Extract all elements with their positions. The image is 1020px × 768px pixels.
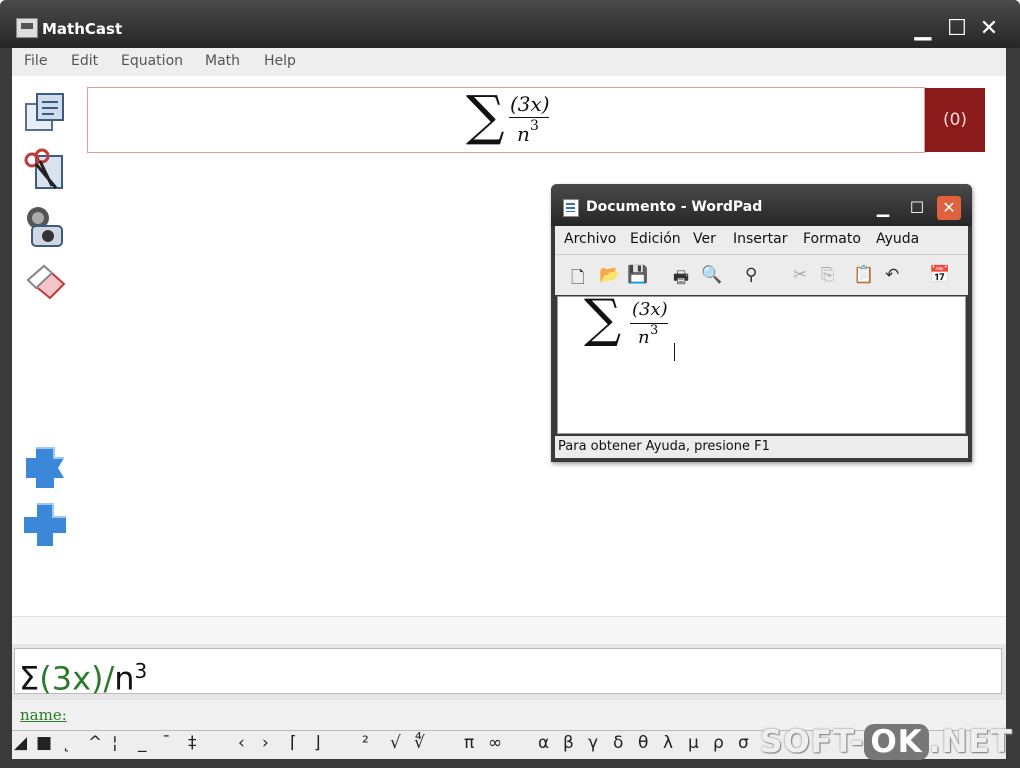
symbol-6[interactable]: ¯ <box>162 733 171 753</box>
wordpad-menu-insertar[interactable]: Insertar <box>733 231 788 247</box>
wordpad-menu-bar: Archivo Edición Ver Insertar Formato Ayu… <box>555 226 968 254</box>
symbol-21[interactable]: θ <box>638 733 648 753</box>
maximize-button[interactable]: ☐ <box>944 18 970 42</box>
minimize-button[interactable]: ▁ <box>910 18 936 42</box>
separator-band <box>12 616 1006 645</box>
menu-edit[interactable]: Edit <box>71 53 98 69</box>
wordpad-sum-symbol: ∑ <box>584 289 622 349</box>
equation-input[interactable]: Σ(3x)/n3 <box>14 648 1002 698</box>
denominator: n <box>517 122 530 146</box>
symbol-25[interactable]: σ <box>738 733 749 753</box>
title-bar[interactable]: MathCast ▁ ☐ ✕ <box>0 0 1020 48</box>
symbol-4[interactable]: ¦ <box>112 733 118 753</box>
app-title: MathCast <box>42 20 123 38</box>
symbol-23[interactable]: μ <box>688 733 699 753</box>
speaker-icon[interactable] <box>22 204 68 250</box>
symbol-7[interactable]: ‡ <box>188 733 197 753</box>
wordpad-icon <box>563 199 579 217</box>
watermark: SOFT- OK .NET <box>760 724 1013 760</box>
input-slash: / <box>103 659 115 698</box>
counter-badge: (0) <box>925 88 985 152</box>
wordpad-close-button[interactable]: ✕ <box>937 196 961 220</box>
symbol-9[interactable]: › <box>262 733 269 753</box>
symbol-20[interactable]: δ <box>613 733 623 753</box>
name-link[interactable]: name: <box>20 706 67 724</box>
symbol-24[interactable]: ρ <box>713 733 724 753</box>
wordpad-menu-ver[interactable]: Ver <box>693 231 716 247</box>
watermark-part-a: SOFT <box>760 724 851 760</box>
wordpad-title: Documento - WordPad <box>586 199 763 215</box>
paste-icon[interactable]: 📋 <box>853 265 874 285</box>
save-icon[interactable]: 💾 <box>627 265 648 285</box>
wordpad-exponent: 3 <box>650 323 659 338</box>
print-icon[interactable]: 🖶 <box>673 265 689 294</box>
open-icon[interactable]: 📂 <box>599 265 620 285</box>
cut-icon[interactable] <box>22 148 68 194</box>
print-preview-icon[interactable]: 🔍 <box>701 265 722 285</box>
input-paren-group: (3x) <box>39 659 104 698</box>
wordpad-status-text: Para obtener Ayuda, presione F1 <box>558 439 770 454</box>
symbol-18[interactable]: β <box>563 733 574 753</box>
symbol-8[interactable]: ‹ <box>238 733 245 753</box>
menu-equation[interactable]: Equation <box>121 53 183 69</box>
symbol-14[interactable]: ∜ <box>414 733 425 753</box>
menu-math[interactable]: Math <box>205 53 240 69</box>
arrow-right-icon[interactable] <box>22 444 68 490</box>
symbol-0[interactable]: ◢ <box>14 733 27 753</box>
wordpad-document[interactable]: ∑ (3x) n 3 <box>557 289 966 434</box>
menu-help[interactable]: Help <box>264 53 296 69</box>
numerator: (3x) <box>510 92 550 116</box>
wordpad-maximize-button[interactable]: ☐ <box>905 196 929 220</box>
symbol-10[interactable]: ⌈ <box>290 733 297 753</box>
wordpad-menu-formato[interactable]: Formato <box>803 231 861 247</box>
add-icon[interactable] <box>22 502 68 548</box>
wordpad-menu-edicion[interactable]: Edición <box>630 231 681 247</box>
wordpad-window: Documento - WordPad ▁ ☐ ✕ Archivo Edició… <box>551 184 972 462</box>
watermark-part-b: OK <box>864 724 929 760</box>
fraction-line <box>509 117 549 118</box>
formula-display: ∑ (3x) n 3 <box>87 84 925 153</box>
cut-tool-icon[interactable]: ✂ <box>793 265 807 285</box>
app-icon <box>16 18 38 38</box>
symbol-12[interactable]: ² <box>362 733 369 753</box>
wordpad-denominator: n <box>638 327 650 348</box>
wordpad-status-bar: Para obtener Ayuda, presione F1 <box>555 436 968 458</box>
watermark-part-c: .NET <box>928 724 1013 760</box>
symbol-19[interactable]: γ <box>588 733 598 753</box>
wordpad-menu-archivo[interactable]: Archivo <box>564 231 616 247</box>
wordpad-minimize-button[interactable]: ▁ <box>871 196 895 220</box>
symbol-2[interactable]: ˛ <box>62 733 71 753</box>
symbol-5[interactable]: _ <box>138 733 147 753</box>
find-icon[interactable]: ⚲ <box>745 265 757 285</box>
exponent: 3 <box>530 118 539 134</box>
wordpad-title-bar[interactable]: Documento - WordPad ▁ ☐ ✕ <box>551 184 972 226</box>
symbol-15[interactable]: π <box>464 733 474 753</box>
undo-icon[interactable]: ↶ <box>885 265 899 285</box>
wordpad-menu-ayuda[interactable]: Ayuda <box>876 231 919 247</box>
symbol-11[interactable]: ⌋ <box>314 733 321 753</box>
symbol-3[interactable]: ^ <box>88 733 102 753</box>
symbol-17[interactable]: α <box>538 733 549 753</box>
input-base: n <box>114 659 135 698</box>
close-button[interactable]: ✕ <box>976 18 1002 42</box>
eraser-icon[interactable] <box>22 258 68 304</box>
copy-icon[interactable] <box>22 90 68 136</box>
menu-bar: File Edit Equation Math Help <box>12 48 1006 76</box>
sum-symbol: ∑ <box>466 84 505 147</box>
menu-file[interactable]: File <box>24 53 47 69</box>
symbol-13[interactable]: √ <box>390 733 401 753</box>
date-time-icon[interactable]: 📅 <box>929 265 950 285</box>
symbol-16[interactable]: ∞ <box>488 733 502 753</box>
symbol-22[interactable]: λ <box>663 733 673 753</box>
input-exponent: 3 <box>134 659 148 683</box>
new-icon[interactable]: 🗋 <box>571 265 585 294</box>
input-sigma: Σ <box>19 659 40 698</box>
symbol-1[interactable]: ■ <box>36 733 52 753</box>
wordpad-numerator: (3x) <box>632 299 668 320</box>
wordpad-fraction-line <box>630 323 668 324</box>
text-cursor <box>674 343 675 361</box>
copy-tool-icon[interactable]: ⎘ <box>821 265 835 285</box>
